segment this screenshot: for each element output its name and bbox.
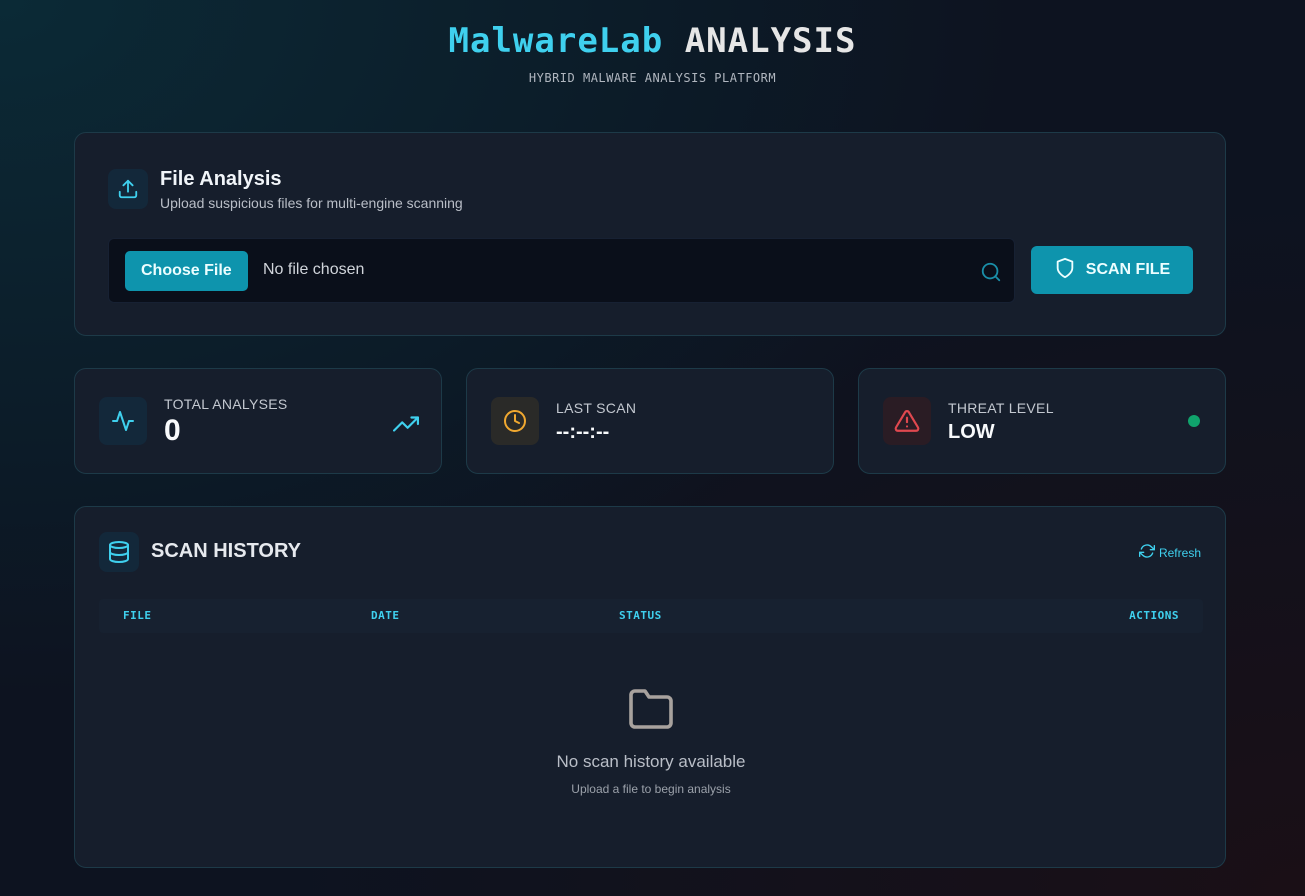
shield-icon — [1054, 257, 1076, 284]
empty-state-subtitle: Upload a file to begin analysis — [571, 782, 731, 796]
alert-triangle-icon — [883, 397, 931, 445]
status-indicator — [1188, 415, 1200, 427]
column-header-actions: ACTIONS — [1129, 609, 1179, 622]
refresh-button[interactable]: Refresh — [1138, 543, 1201, 562]
folder-icon — [627, 689, 675, 737]
scan-file-label: SCAN FILE — [1085, 261, 1171, 278]
app-title: MalwareLab ANALYSIS — [0, 20, 1305, 62]
column-header-file[interactable]: FILE — [123, 609, 152, 622]
search-icon — [980, 261, 1002, 288]
stat-threat-level: THREAT LEVEL LOW — [858, 368, 1226, 474]
stat-value: 0 — [164, 414, 181, 447]
stat-total-analyses: TOTAL ANALYSES 0 — [74, 368, 442, 474]
app-subtitle: HYBRID MALWARE ANALYSIS PLATFORM — [528, 71, 777, 85]
column-header-status[interactable]: STATUS — [619, 609, 662, 622]
stat-label: LAST SCAN — [556, 400, 637, 416]
clock-icon — [491, 397, 539, 445]
scan-history-card: SCAN HISTORY Refresh FILE DATE STATUS AC… — [74, 506, 1226, 868]
empty-state-title: No scan history available — [556, 752, 746, 771]
activity-icon — [99, 397, 147, 445]
trending-up-icon — [393, 411, 419, 442]
scan-file-button[interactable]: SCAN FILE — [1031, 246, 1193, 294]
column-header-date[interactable]: DATE — [371, 609, 400, 622]
page-header: MalwareLab ANALYSIS HYBRID MALWARE ANALY… — [0, 20, 1305, 85]
file-analysis-card: File Analysis Upload suspicious files fo… — [74, 132, 1226, 336]
file-analysis-title: File Analysis — [160, 168, 282, 190]
table-header: FILE DATE STATUS ACTIONS — [99, 599, 1203, 633]
stat-value: LOW — [948, 421, 995, 443]
refresh-label: Refresh — [1158, 545, 1201, 560]
app-title-brand: MalwareLab — [448, 21, 664, 61]
stat-last-scan: LAST SCAN --:--:-- — [466, 368, 834, 474]
file-status-text: No file chosen — [263, 261, 365, 278]
stat-label: THREAT LEVEL — [948, 400, 1054, 416]
empty-state: No scan history available Upload a file … — [75, 685, 1227, 796]
scan-history-title: SCAN HISTORY — [151, 540, 302, 562]
app-title-suffix: ANALYSIS — [684, 21, 857, 61]
file-input[interactable]: Choose File No file chosen — [108, 238, 1015, 303]
stat-value: --:--:-- — [556, 421, 610, 443]
file-analysis-subtitle: Upload suspicious files for multi-engine… — [160, 195, 463, 211]
refresh-icon — [1138, 543, 1155, 562]
choose-file-button[interactable]: Choose File — [125, 251, 248, 291]
stat-label: TOTAL ANALYSES — [164, 396, 288, 412]
database-icon — [99, 532, 139, 572]
upload-icon — [108, 169, 148, 209]
